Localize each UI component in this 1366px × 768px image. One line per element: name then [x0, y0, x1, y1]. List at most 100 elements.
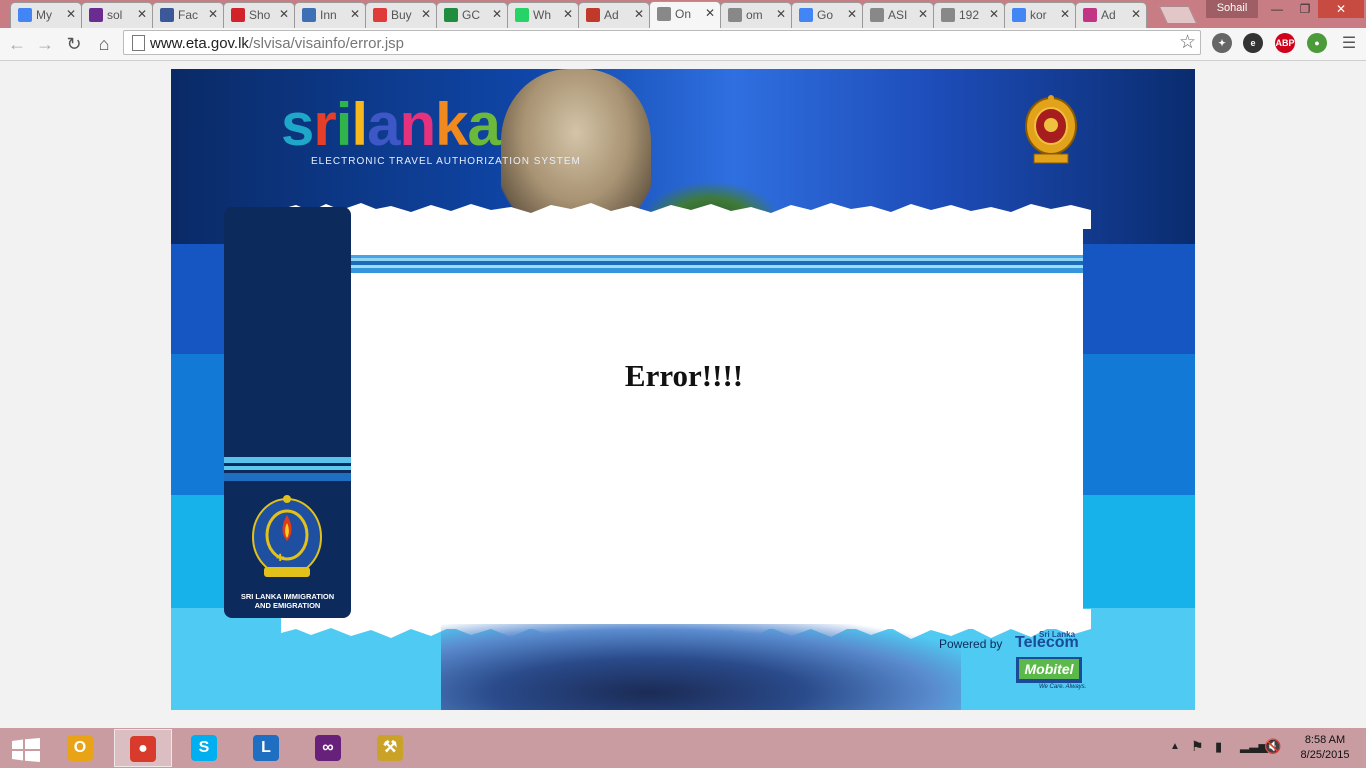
- e-icon[interactable]: e: [1243, 33, 1263, 53]
- tab-label: Fac: [178, 8, 199, 22]
- cart-icon: [373, 8, 387, 22]
- logo-word: srilanka: [281, 95, 501, 155]
- tab[interactable]: GC ✕: [436, 2, 508, 28]
- tab-close-icon[interactable]: ✕: [563, 7, 573, 21]
- mail-icon: [89, 8, 103, 22]
- tab[interactable]: ASI ✕: [862, 2, 934, 28]
- tab-close-icon[interactable]: ✕: [279, 7, 289, 21]
- tab-close-icon[interactable]: ✕: [208, 7, 218, 21]
- reload-button[interactable]: ↻: [63, 33, 85, 55]
- powered-by-text: Powered by: [939, 637, 1003, 651]
- taskbar-app-button[interactable]: L: [238, 729, 296, 767]
- tab[interactable]: Ad ✕: [1075, 2, 1147, 28]
- tab-close-icon[interactable]: ✕: [421, 7, 431, 21]
- menu-icon[interactable]: ☰: [1338, 33, 1360, 55]
- tab-close-icon[interactable]: ✕: [492, 7, 502, 21]
- mobitel-tagline: We Care. Always.: [1039, 684, 1087, 690]
- puzzle-icon[interactable]: ✦: [1212, 33, 1232, 53]
- volume-muted-icon[interactable]: 🔇: [1264, 738, 1281, 755]
- tab[interactable]: My ✕: [10, 2, 82, 28]
- skype-icon: S: [191, 735, 217, 761]
- clock-date: 8/25/2015: [1300, 749, 1350, 761]
- google-drive-icon: [18, 8, 32, 22]
- tab[interactable]: Sho ✕: [223, 2, 295, 28]
- restore-button[interactable]: ❐: [1292, 0, 1318, 18]
- tab-close-icon[interactable]: ✕: [1060, 7, 1070, 21]
- telecom-small-text: Sri Lanka: [1039, 630, 1076, 639]
- system-clock[interactable]: 8:58 AM 8/25/2015: [1290, 733, 1360, 763]
- tab[interactable]: On ✕: [649, 1, 721, 28]
- svg-text:✚: ✚: [276, 553, 284, 564]
- page-icon: [728, 8, 742, 22]
- taskbar-app-button[interactable]: O: [52, 729, 110, 767]
- tab-close-icon[interactable]: ✕: [776, 7, 786, 21]
- immigration-sidebar: ✚ SRI LANKA IMMIGRATION AND EMIGRATION: [224, 207, 351, 618]
- tab[interactable]: Go ✕: [791, 2, 863, 28]
- tab-close-icon[interactable]: ✕: [350, 7, 360, 21]
- error-title: Error!!!!: [624, 358, 744, 393]
- google-icon: [1012, 8, 1026, 22]
- immigration-line-1: SRI LANKA IMMIGRATION: [240, 592, 335, 601]
- tab-label: sol: [107, 8, 123, 22]
- shopping-icon: [231, 8, 245, 22]
- tab[interactable]: Buy ✕: [365, 2, 437, 28]
- bookmark-star-icon[interactable]: ☆: [1179, 31, 1196, 54]
- mobitel-logo: Mobitel: [1016, 657, 1082, 683]
- logo-letter: s: [281, 91, 314, 158]
- tab-close-icon[interactable]: ✕: [705, 6, 715, 20]
- card-stripes: [351, 255, 1083, 273]
- tab[interactable]: 192 ✕: [933, 2, 1005, 28]
- page-icon: [870, 8, 884, 22]
- immigration-emblem-icon: ✚: [252, 495, 322, 577]
- power-icon[interactable]: ▮: [1215, 739, 1222, 755]
- close-window-button[interactable]: ✕: [1318, 0, 1364, 18]
- tab-label: My: [36, 8, 52, 22]
- tab-close-icon[interactable]: ✕: [989, 7, 999, 21]
- tray-show-hidden-icon[interactable]: ▲: [1170, 741, 1180, 752]
- page-icon: [657, 7, 671, 21]
- globe-icon[interactable]: ●: [1307, 33, 1327, 53]
- url-host: www.eta.gov.lk: [150, 35, 249, 52]
- taskbar-app-button[interactable]: ∞: [300, 729, 358, 767]
- tab-close-icon[interactable]: ✕: [847, 7, 857, 21]
- taskbar-app-button[interactable]: ⚒: [362, 729, 420, 767]
- chat-icon: [302, 8, 316, 22]
- immigration-line-2: AND EMIGRATION: [254, 601, 321, 610]
- tab[interactable]: Wh ✕: [507, 2, 579, 28]
- home-button[interactable]: ⌂: [93, 33, 115, 55]
- action-center-flag-icon[interactable]: ⚑: [1191, 738, 1204, 755]
- minimize-button[interactable]: —: [1262, 0, 1292, 18]
- forward-button[interactable]: →: [34, 33, 56, 55]
- tab-close-icon[interactable]: ✕: [66, 7, 76, 21]
- tab[interactable]: Ad ✕: [578, 2, 650, 28]
- windows-logo-icon: [12, 738, 40, 762]
- logo-letter: k: [435, 91, 468, 158]
- tab-label: Go: [817, 8, 834, 22]
- sidebar-stripes: [224, 457, 351, 481]
- logo-subtitle: ELECTRONIC TRAVEL AUTHORIZATION SYSTEM: [311, 156, 581, 167]
- tab-close-icon[interactable]: ✕: [1131, 7, 1141, 21]
- tab-close-icon[interactable]: ✕: [137, 7, 147, 21]
- back-button[interactable]: ←: [6, 33, 28, 55]
- tab[interactable]: Inn ✕: [294, 2, 366, 28]
- logo-letter: a: [467, 91, 500, 158]
- browser-toolbar: ← → ↻ ⌂ www.eta.gov.lk/slvisa/visainfo/e…: [0, 28, 1366, 61]
- visual-studio-icon: ∞: [315, 735, 341, 761]
- telecom-logo: Sri Lanka Telecom: [1015, 630, 1079, 652]
- adblock-icon[interactable]: ABP: [1275, 33, 1295, 53]
- tab[interactable]: sol ✕: [81, 2, 153, 28]
- profile-button[interactable]: Sohail: [1206, 0, 1258, 18]
- tab[interactable]: kor ✕: [1004, 2, 1076, 28]
- tab[interactable]: Fac ✕: [152, 2, 224, 28]
- lync-icon: L: [253, 735, 279, 761]
- tab-close-icon[interactable]: ✕: [634, 7, 644, 21]
- tools-icon: ⚒: [377, 735, 403, 761]
- taskbar-app-button[interactable]: S: [176, 729, 234, 767]
- start-button[interactable]: [0, 729, 58, 767]
- address-bar[interactable]: www.eta.gov.lk/slvisa/visainfo/error.jsp…: [123, 30, 1201, 55]
- taskbar-app-button[interactable]: ●: [114, 729, 172, 767]
- tab-label: Sho: [249, 8, 271, 22]
- translate-icon: [799, 8, 813, 22]
- tab[interactable]: om ✕: [720, 2, 792, 28]
- tab-close-icon[interactable]: ✕: [918, 7, 928, 21]
